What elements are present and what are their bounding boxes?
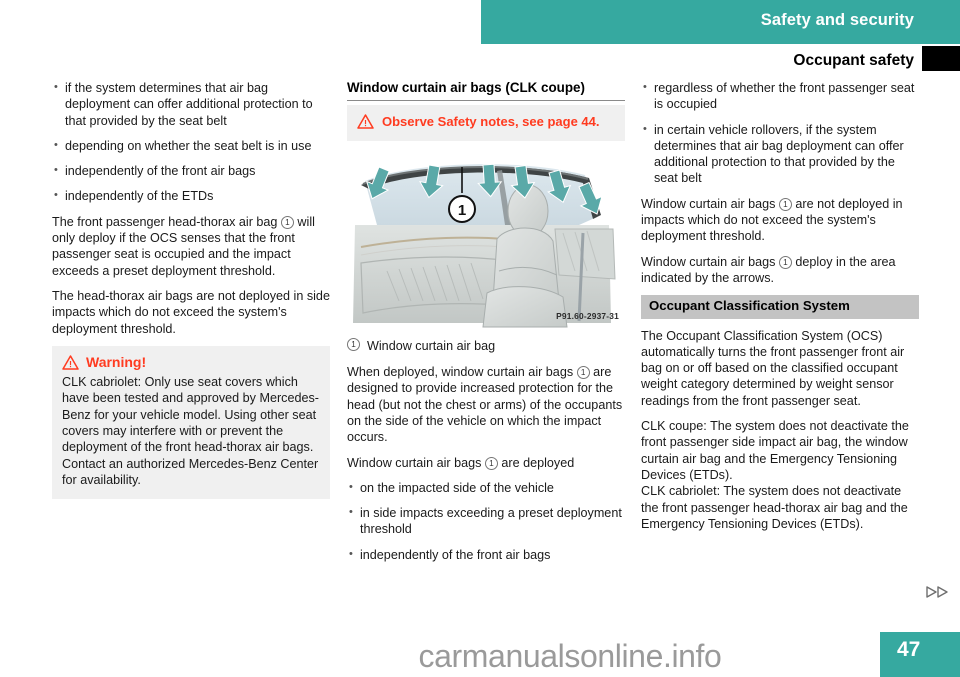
text-run: Window curtain air bags xyxy=(347,455,485,470)
list-item: independently of the front air bags xyxy=(347,546,625,563)
list-item: if the system determines that air bag de… xyxy=(52,79,330,129)
site-watermark: carmanualsonline.info xyxy=(418,638,722,674)
right-paragraph-5: CLK cabriolet: The system does not deact… xyxy=(641,484,908,531)
header-subtitle: Occupant safety xyxy=(793,52,914,69)
figure-window-curtain-airbag: 1 P91.60-2937-31 xyxy=(347,150,625,329)
list-item: on the impacted side of the vehicle xyxy=(347,479,625,496)
list-item: independently of the ETDs xyxy=(52,187,330,204)
warning-box: Warning! CLK cabriolet: Only use seat co… xyxy=(52,345,330,500)
figure-code: P91.60-2937-31 xyxy=(556,310,619,321)
right-paragraph-4: CLK coupe: The system does not deactivat… xyxy=(641,419,909,482)
list-item: in certain vehicle rollovers, if the sys… xyxy=(641,121,919,187)
section-heading: Window curtain air bags (CLK coupe) xyxy=(347,80,625,102)
middle-column: Window curtain air bags (CLK coupe) Obse… xyxy=(347,80,625,572)
list-item: regardless of whether the front passenge… xyxy=(641,79,919,113)
list-item: depending on whether the seat belt is in… xyxy=(52,137,330,154)
warning-triangle-icon xyxy=(62,354,79,370)
continue-arrows-icon xyxy=(925,585,951,599)
figure-caption-text: Window curtain air bag xyxy=(367,338,496,353)
chapter-tab-marker xyxy=(922,46,960,71)
callout-marker-1: 1 xyxy=(576,366,590,380)
text-run: Window curtain air bags xyxy=(641,254,779,269)
warning-header: Warning! xyxy=(62,354,320,370)
middle-paragraph-1: When deployed, window curtain air bags 1… xyxy=(347,364,625,445)
list-item: independently of the front air bags xyxy=(52,162,330,179)
right-bullet-list: regardless of whether the front passenge… xyxy=(641,79,919,187)
safety-note-text: Observe Safety notes, see page 44. xyxy=(382,114,600,130)
safety-note-box: Observe Safety notes, see page 44. xyxy=(347,105,625,141)
text-run: The front passenger head-thorax air bag xyxy=(52,214,281,229)
text-run: Window curtain air bags xyxy=(641,196,779,211)
callout-marker-1: 1 xyxy=(778,197,792,211)
page-number: 47 xyxy=(897,638,921,661)
left-paragraph-2: The head-thorax air bags are not deploye… xyxy=(52,288,330,336)
callout-marker-1: 1 xyxy=(280,215,294,229)
left-column: if the system determines that air bag de… xyxy=(52,79,330,500)
middle-bullet-list: on the impacted side of the vehicle in s… xyxy=(347,479,625,563)
left-paragraph-1: The front passenger head-thorax air bag … xyxy=(52,214,330,279)
right-paragraph-1: Window curtain air bags 1 are not deploy… xyxy=(641,196,919,245)
right-paragraph-3: The Occupant Classification System (OCS)… xyxy=(641,328,905,408)
warning-title: Warning! xyxy=(86,353,147,370)
warning-triangle-icon xyxy=(357,114,374,130)
right-paragraph-2: Window curtain air bags 1 deploy in the … xyxy=(641,254,919,287)
text-run: When deployed, window curtain air bags xyxy=(347,365,577,380)
middle-paragraph-2: Window curtain air bags 1 are deployed xyxy=(347,455,625,471)
callout-marker-1: 1 xyxy=(484,456,498,470)
callout-marker-1: 1 xyxy=(347,337,360,351)
right-column: regardless of whether the front passenge… xyxy=(641,79,919,541)
gray-section-heading: Occupant Classification System xyxy=(641,295,919,319)
list-item: in side impacts exceeding a preset deplo… xyxy=(347,504,625,538)
warning-body: CLK cabriolet: Only use seat covers whic… xyxy=(62,375,319,487)
figure-callout-1: 1 xyxy=(458,202,466,219)
header-band: Safety and security xyxy=(481,0,960,44)
left-bullet-list: if the system determines that air bag de… xyxy=(52,79,330,205)
callout-marker-1: 1 xyxy=(778,255,792,269)
text-run: are deployed xyxy=(497,455,575,470)
header-band-title: Safety and security xyxy=(760,11,914,29)
figure-caption: 1 Window curtain air bag xyxy=(347,337,625,354)
